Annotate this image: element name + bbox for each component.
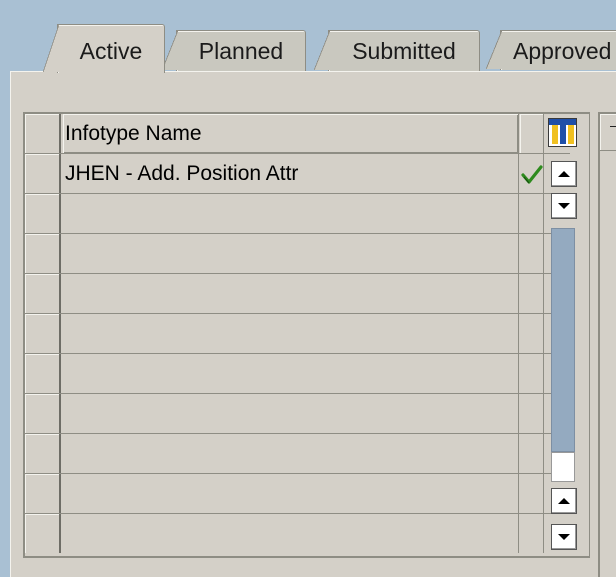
status-cell	[520, 354, 544, 393]
green-checkmark-icon	[521, 165, 543, 184]
column-header-status	[520, 114, 544, 153]
tab-label: Submitted	[352, 38, 456, 64]
table-row[interactable]	[25, 194, 570, 234]
tab-label: Approved	[513, 38, 612, 64]
tab-active[interactable]: Active	[43, 24, 165, 73]
table-row[interactable]	[25, 514, 570, 554]
table-row[interactable]	[25, 434, 570, 474]
table-row[interactable]	[25, 234, 570, 274]
row-selector[interactable]	[25, 474, 61, 513]
adjacent-pane-header	[600, 114, 616, 151]
page-up-button[interactable]	[551, 488, 577, 514]
infotype-name-cell[interactable]	[63, 354, 519, 393]
row-selector[interactable]	[25, 434, 61, 473]
row-selector[interactable]	[25, 394, 61, 433]
infotype-name-cell[interactable]	[63, 234, 519, 273]
arrow-down-icon	[558, 534, 570, 540]
status-cell	[520, 514, 544, 553]
tab-approved[interactable]: Approved	[486, 30, 616, 70]
status-cell	[520, 154, 544, 193]
status-cell	[520, 194, 544, 233]
status-cell	[520, 394, 544, 433]
row-selector[interactable]	[25, 314, 61, 353]
tab-label: Planned	[198, 38, 284, 64]
status-cell	[520, 434, 544, 473]
row-selector[interactable]	[25, 354, 61, 393]
infotype-table: Infotype Name JHEN - Add. Position Attr	[23, 112, 590, 558]
status-cell	[520, 234, 544, 273]
tab-submitted[interactable]: Submitted	[314, 30, 480, 71]
row-selector[interactable]	[25, 194, 61, 233]
select-all-button[interactable]	[25, 114, 61, 153]
table-row[interactable]	[25, 474, 570, 514]
table-row[interactable]	[25, 394, 570, 434]
adjacent-pane	[598, 112, 616, 577]
row-selector[interactable]	[25, 514, 61, 553]
pane-header-mark	[610, 126, 616, 127]
infotype-name-cell[interactable]	[63, 314, 519, 353]
column-header-infotype-name[interactable]: Infotype Name	[63, 114, 519, 153]
status-cell	[520, 274, 544, 313]
tab-strip: Active Planned Submitted Approved	[0, 0, 616, 73]
infotype-name-cell[interactable]: JHEN - Add. Position Attr	[63, 154, 519, 193]
table-row[interactable]	[25, 354, 570, 394]
infotype-name-cell[interactable]	[63, 274, 519, 313]
arrow-down-icon	[558, 203, 570, 209]
table-header-row: Infotype Name	[25, 114, 570, 154]
scroll-up-button[interactable]	[551, 161, 577, 187]
column-layout-icon[interactable]	[548, 118, 577, 147]
row-selector[interactable]	[25, 154, 61, 193]
status-cell	[520, 474, 544, 513]
page-down-button[interactable]	[551, 524, 577, 550]
scrollbar-thumb[interactable]	[551, 452, 575, 482]
table-row[interactable]: JHEN - Add. Position Attr	[25, 154, 570, 194]
infotype-name-cell[interactable]	[63, 394, 519, 433]
arrow-up-icon	[558, 171, 570, 177]
infotype-name-cell[interactable]	[63, 194, 519, 233]
tab-panel: Infotype Name JHEN - Add. Position Attr	[10, 71, 616, 577]
arrow-up-icon	[558, 498, 570, 504]
infotype-name-cell[interactable]	[63, 434, 519, 473]
tab-label: Active	[79, 38, 143, 64]
infotype-name-cell[interactable]	[63, 474, 519, 513]
scroll-down-button[interactable]	[551, 193, 577, 219]
tab-planned[interactable]: Planned	[162, 30, 306, 71]
table-row[interactable]	[25, 274, 570, 314]
infotype-name-cell[interactable]	[63, 514, 519, 553]
row-selector[interactable]	[25, 234, 61, 273]
table-row[interactable]	[25, 314, 570, 354]
scrollbar-track[interactable]	[551, 228, 575, 452]
status-cell	[520, 314, 544, 353]
row-selector[interactable]	[25, 274, 61, 313]
